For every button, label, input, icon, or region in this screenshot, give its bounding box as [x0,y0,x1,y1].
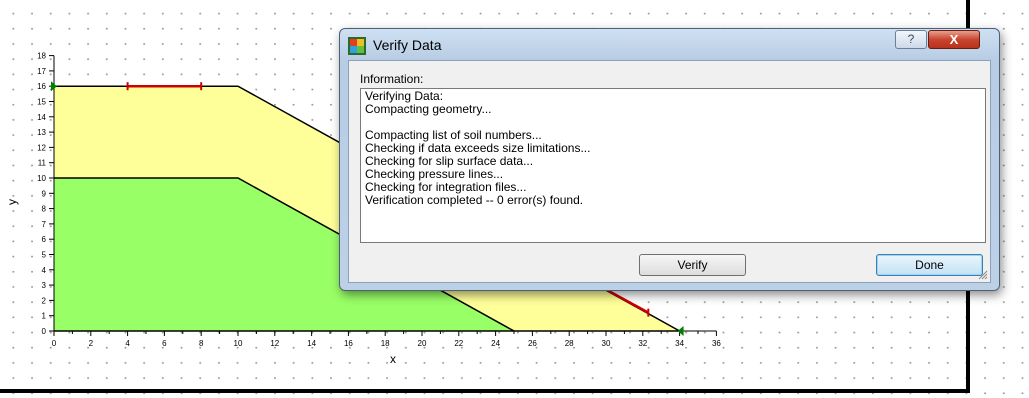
y-tick-label: 8 [42,205,47,214]
dialog-title: Verify Data [373,37,442,53]
y-tick-label: 2 [42,296,47,305]
x-tick-label: 2 [89,339,94,348]
y-tick-label: 11 [38,159,47,168]
info-line: Compacting geometry... [365,102,492,116]
verify-button[interactable]: Verify [639,254,746,276]
y-tick-label: 17 [37,67,46,76]
done-button[interactable]: Done [876,254,983,276]
y-tick-label: 3 [42,281,47,290]
y-tick-label: 15 [37,98,46,107]
x-tick-label: 18 [381,339,390,348]
x-tick-label: 36 [712,339,721,348]
x-tick-label: 22 [454,339,463,348]
close-button[interactable]: X [928,30,980,49]
resize-grip-icon[interactable] [978,270,988,280]
x-tick-label: 0 [52,339,57,348]
x-tick-label: 10 [234,339,243,348]
x-tick-label: 16 [344,339,353,348]
information-textbox[interactable]: Verifying Data: Compacting geometry... C… [360,88,986,243]
geoslope-app-icon [348,37,366,55]
x-axis-title: x [390,352,396,366]
x-tick-label: 4 [125,339,130,348]
info-line: Verification completed -- 0 error(s) fou… [365,193,584,207]
y-axis-title: y [5,199,19,205]
canvas-border-bottom [0,389,970,393]
y-tick-label: 9 [42,189,47,198]
information-label: Information: [360,72,424,86]
y-tick-label: 14 [37,113,46,122]
x-tick-label: 24 [491,339,500,348]
y-tick-label: 16 [37,82,46,91]
x-tick-label: 8 [199,339,204,348]
y-tick-label: 7 [42,220,47,229]
y-tick-label: 18 [37,52,46,61]
help-button[interactable]: ? [895,30,927,49]
dialog-titlebar[interactable]: Verify Data ? X [340,29,999,59]
pin-marker [677,326,684,336]
y-tick-label: 1 [42,312,47,321]
verify-data-dialog: Verify Data ? X Information: Verifying D… [339,28,1000,291]
y-tick-label: 0 [42,327,47,336]
y-tick-label: 12 [37,143,46,152]
x-tick-label: 26 [528,339,537,348]
x-tick-label: 34 [675,339,684,348]
y-tick-label: 5 [42,251,47,260]
x-tick-label: 6 [162,339,167,348]
x-tick-label: 20 [418,339,427,348]
y-tick-label: 10 [37,174,46,183]
y-tick-label: 6 [42,235,47,244]
x-tick-label: 30 [602,339,611,348]
dialog-body: Information: Verifying Data: Compacting … [348,60,991,283]
x-tick-label: 28 [565,339,574,348]
x-tick-label: 14 [307,339,316,348]
y-tick-label: 4 [42,266,47,275]
y-tick-label: 13 [37,128,46,137]
x-tick-label: 12 [270,339,279,348]
x-tick-label: 32 [638,339,647,348]
